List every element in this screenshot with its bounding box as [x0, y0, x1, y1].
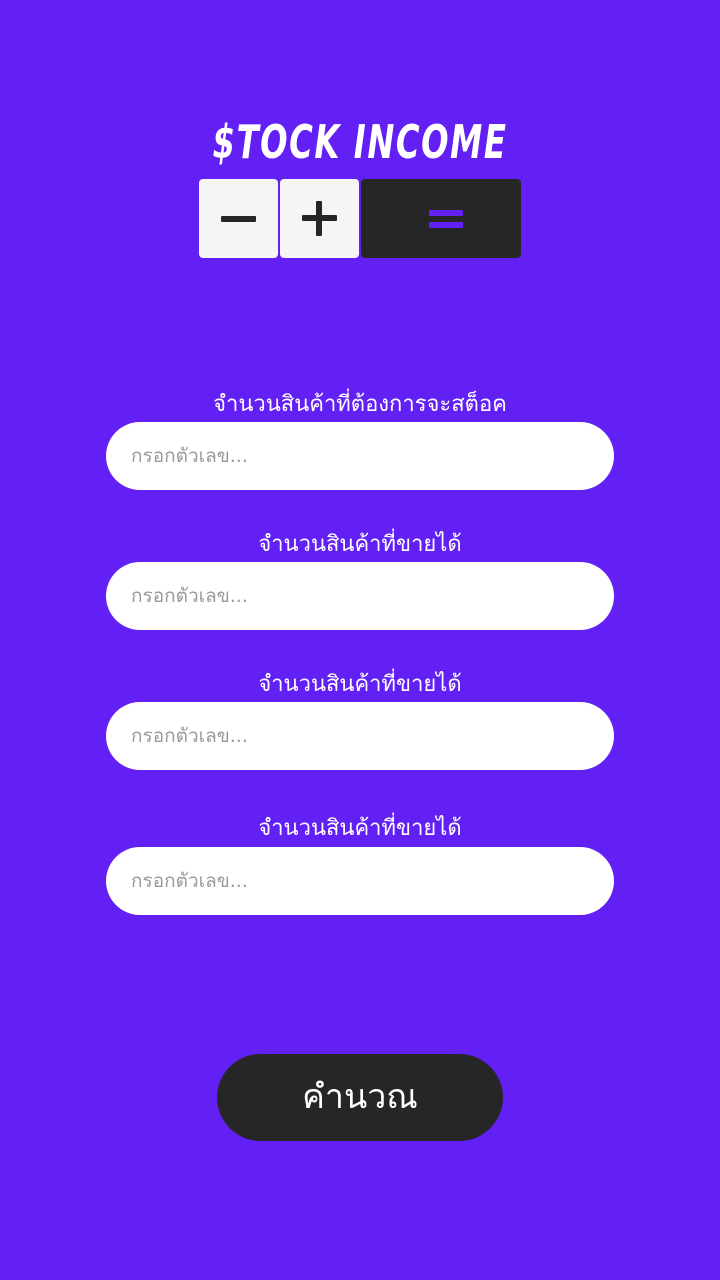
plus-tile	[280, 179, 359, 258]
equals-tile	[361, 179, 521, 258]
sold-quantity-label-2: จำนวนสินค้าที่ขายได้	[258, 672, 462, 697]
stock-quantity-input[interactable]	[106, 422, 614, 490]
sold-quantity-input-2[interactable]	[106, 702, 614, 770]
calculate-button[interactable]: คำนวณ	[217, 1054, 503, 1141]
logo-tiles	[199, 179, 521, 258]
sold-quantity-label-3: จำนวนสินค้าที่ขายได้	[258, 816, 462, 841]
minus-tile	[199, 179, 278, 258]
minus-icon	[221, 216, 256, 222]
sold-quantity-label: จำนวนสินค้าที่ขายได้	[258, 532, 462, 557]
sold-quantity-input-3[interactable]	[106, 847, 614, 915]
sold-quantity-input[interactable]	[106, 562, 614, 630]
app-title: $TOCK INCOME	[212, 115, 508, 169]
equals-icon	[361, 179, 521, 258]
plus-icon	[280, 179, 359, 258]
stock-quantity-label: จำนวนสินค้าที่ต้องการจะสต็อค	[213, 392, 507, 417]
